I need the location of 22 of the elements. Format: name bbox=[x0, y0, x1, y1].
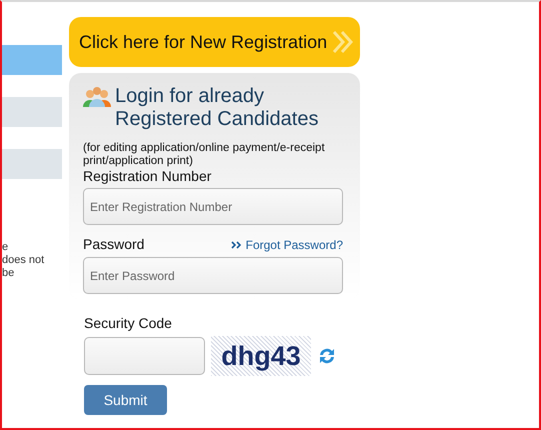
captcha-text: dhg43 bbox=[211, 336, 311, 376]
security-code-field[interactable] bbox=[84, 337, 205, 375]
registration-number-field[interactable]: Enter Registration Number bbox=[83, 188, 343, 225]
users-icon bbox=[83, 85, 111, 107]
login-note: (for editing application/online payment/e-receipt print/application print) bbox=[83, 142, 326, 168]
note-text: e bbox=[2, 241, 10, 254]
login-title: Login for already Registered Candidates bbox=[115, 85, 320, 131]
note-text: does not bbox=[2, 254, 46, 267]
sidebar-item[interactable] bbox=[2, 149, 62, 179]
note-text: be bbox=[2, 267, 16, 280]
security-code-label: Security Code bbox=[84, 315, 173, 331]
password-field[interactable]: Enter Password bbox=[83, 257, 343, 294]
sidebar-item[interactable] bbox=[2, 97, 62, 127]
sidebar-item[interactable] bbox=[2, 45, 62, 75]
registration-label: Registration Number bbox=[83, 168, 212, 184]
password-label: Password bbox=[83, 236, 144, 252]
forgot-password-link[interactable]: Forgot Password? bbox=[230, 238, 343, 252]
new-registration-button[interactable]: Click here for New Registration bbox=[69, 17, 360, 67]
chevrons-icon bbox=[332, 30, 354, 54]
refresh-icon[interactable] bbox=[317, 346, 337, 366]
submit-button[interactable]: Submit bbox=[84, 385, 167, 415]
chevrons-icon bbox=[230, 241, 242, 249]
